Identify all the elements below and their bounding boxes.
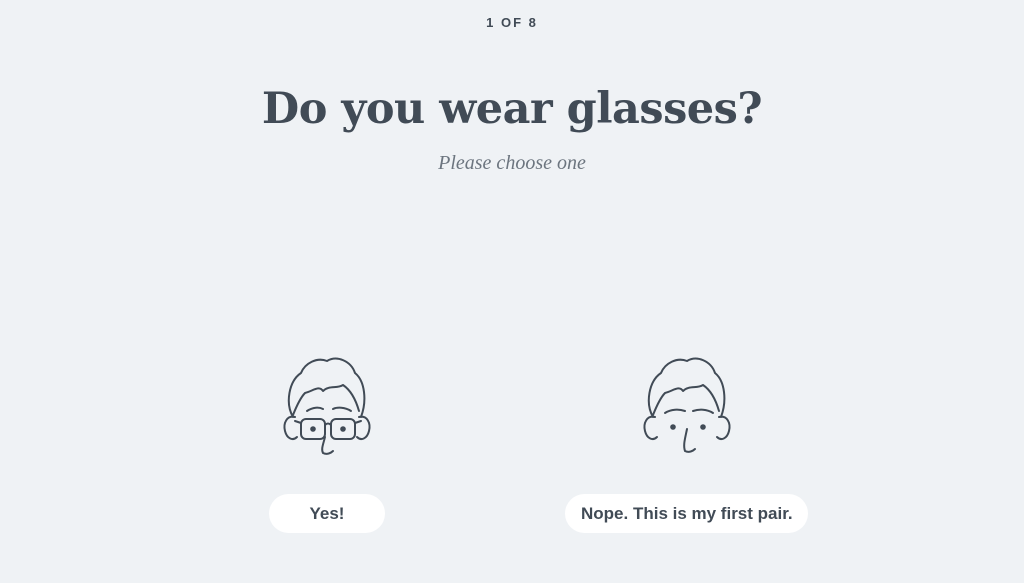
no-button[interactable]: Nope. This is my first pair. [565,494,808,533]
face-with-glasses-icon[interactable] [267,345,387,465]
question-instruction: Please choose one [438,152,586,174]
question-title: Do you wear glasses? [261,84,763,134]
face-without-glasses-icon[interactable] [627,345,747,465]
option-yes[interactable]: Yes! [269,345,385,533]
quiz-progress: 1 OF 8 [486,15,538,30]
yes-button[interactable]: Yes! [269,494,385,533]
option-no[interactable]: Nope. This is my first pair. [565,345,808,533]
